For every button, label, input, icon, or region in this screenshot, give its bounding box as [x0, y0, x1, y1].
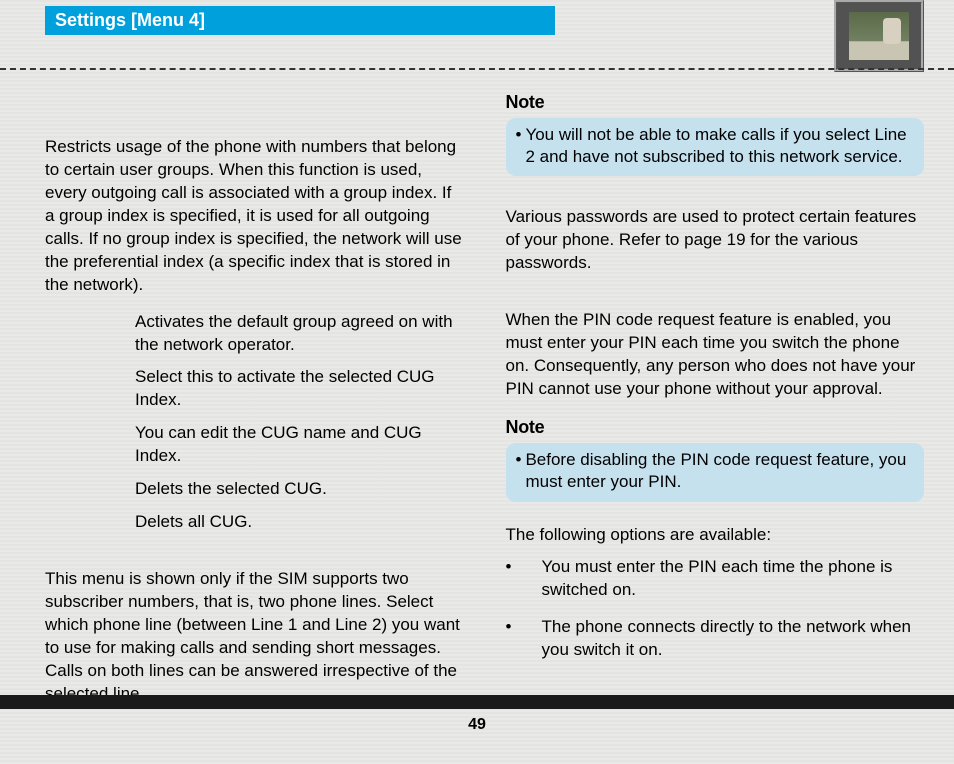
- body-paragraph: Restricts usage of the phone with number…: [45, 136, 464, 297]
- options-list: • You must enter the PIN each time the p…: [506, 556, 925, 662]
- section-header: Settings [Menu 4]: [45, 6, 555, 35]
- page-content: Restricts usage of the phone with number…: [45, 90, 924, 684]
- horizontal-divider: [0, 68, 954, 70]
- body-paragraph: Various passwords are used to protect ce…: [506, 206, 925, 275]
- body-paragraph: When the PIN code request feature is ena…: [506, 309, 925, 401]
- body-paragraph: The following options are available:: [506, 524, 925, 547]
- note-box: • Before disabling the PIN code request …: [506, 443, 925, 501]
- note-text: Before disabling the PIN code request fe…: [525, 449, 914, 493]
- list-item: Select this to activate the selected CUG…: [135, 366, 464, 412]
- option-text: You must enter the PIN each time the pho…: [542, 556, 925, 602]
- body-paragraph: This menu is shown only if the SIM suppo…: [45, 568, 464, 706]
- section-title: Settings [Menu 4]: [55, 10, 205, 30]
- list-item: You can edit the CUG name and CUG Index.: [135, 422, 464, 468]
- list-item: Activates the default group agreed on wi…: [135, 311, 464, 357]
- bullet-icon: •: [516, 124, 522, 168]
- option-text: The phone connects directly to the netwo…: [542, 616, 925, 662]
- note-text: You will not be able to make calls if yo…: [525, 124, 914, 168]
- bullet-icon: •: [506, 556, 542, 602]
- note-heading: Note: [506, 415, 925, 439]
- note-heading: Note: [506, 90, 925, 114]
- note-box: • You will not be able to make calls if …: [506, 118, 925, 176]
- right-column: Note • You will not be able to make call…: [506, 90, 925, 684]
- list-item: Delets the selected CUG.: [135, 478, 464, 501]
- option-item: • You must enter the PIN each time the p…: [506, 556, 925, 602]
- left-column: Restricts usage of the phone with number…: [45, 90, 464, 684]
- page-number: 49: [0, 716, 954, 734]
- thumbnail-image-frame: [834, 0, 924, 72]
- footer-band: [0, 695, 954, 709]
- bullet-icon: •: [516, 449, 522, 493]
- bullet-icon: •: [506, 616, 542, 662]
- thumbnail-image: [849, 12, 909, 60]
- list-item: Delets all CUG.: [135, 511, 464, 534]
- option-item: • The phone connects directly to the net…: [506, 616, 925, 662]
